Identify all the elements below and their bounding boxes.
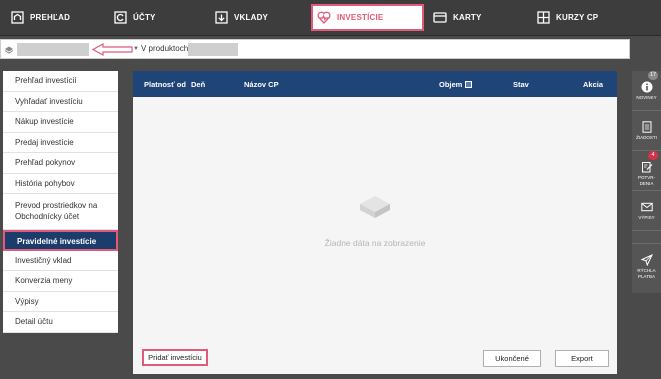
home-icon bbox=[10, 11, 24, 25]
empty-state: Žiadne dáta na zobrazenie bbox=[133, 186, 617, 248]
nav-label: KURZY CP bbox=[556, 13, 599, 22]
ended-button[interactable]: Ukončené bbox=[483, 350, 541, 367]
card-icon bbox=[433, 11, 447, 25]
account-name-redacted bbox=[17, 43, 89, 56]
nav-item-vklady[interactable]: VKLADY bbox=[214, 4, 268, 31]
grid-icon bbox=[536, 11, 550, 25]
nav-label: INVESTÍCIE bbox=[337, 13, 384, 22]
rail-item-novinky[interactable]: 17 NOVINKY bbox=[632, 71, 661, 111]
empty-state-text: Žiadne dáta na zobrazenie bbox=[324, 238, 426, 248]
sidebar-item-vyhladat-investiciu[interactable]: Vyhľadať investíciu bbox=[3, 92, 118, 112]
main-panel: Platnosť od Deň Názov CP Objem Stav Akci… bbox=[133, 71, 617, 374]
rail-label: RÝCHLA PLATBA bbox=[637, 268, 656, 279]
deposits-icon bbox=[214, 11, 228, 25]
sidebar-item-investicny-vklad[interactable]: Investičný vklad bbox=[3, 251, 118, 271]
sidebar-item-konverzia-meny[interactable]: Konverzia meny bbox=[3, 271, 118, 292]
rail-label: NOVINKY bbox=[636, 95, 657, 100]
chevron-down-icon[interactable]: ▼ bbox=[133, 46, 139, 52]
send-icon bbox=[640, 254, 653, 266]
table-header: Platnosť od Deň Názov CP Objem Stav Akci… bbox=[133, 71, 617, 97]
column-objem[interactable]: Objem bbox=[439, 80, 473, 89]
nav-label: PREHĽAD bbox=[30, 13, 71, 22]
sidebar-item-detail-uctu[interactable]: Detail účtu bbox=[3, 312, 118, 333]
sidebar-item-prehlad-investicii[interactable]: Prehľad investícií bbox=[3, 71, 118, 92]
sidebar-item-prehlad-pokynov[interactable]: Prehľad pokynov bbox=[3, 153, 118, 174]
column-objem-label: Objem bbox=[439, 80, 463, 89]
info-icon bbox=[641, 81, 652, 93]
column-platnost-od[interactable]: Platnosť od bbox=[144, 80, 186, 89]
nav-item-kurzy-cp[interactable]: KURZY CP bbox=[536, 4, 598, 31]
rail-label: POTVR-DENIA bbox=[637, 175, 655, 186]
rail-item-ziadosti[interactable]: ŽIADOSTI bbox=[632, 111, 661, 151]
empty-box-icon bbox=[360, 196, 390, 218]
nav-item-prehlad[interactable]: PREHĽAD bbox=[10, 4, 70, 31]
notification-badge: 17 bbox=[648, 71, 659, 80]
nav-item-ucty[interactable]: ÚČTY bbox=[113, 4, 156, 31]
column-akcia[interactable]: Akcia bbox=[583, 80, 603, 89]
rail-label: VÝPISY bbox=[638, 215, 655, 220]
arrow-left-icon bbox=[91, 43, 133, 56]
column-den[interactable]: Deň bbox=[191, 80, 205, 89]
sidebar-item-historia-pohybov[interactable]: História pohybov bbox=[3, 174, 118, 194]
notification-badge: 4 bbox=[648, 151, 658, 160]
in-products-label: V produktoch bbox=[141, 44, 189, 53]
nav-item-karty[interactable]: KARTY bbox=[433, 4, 482, 31]
product-bar: ▼ V produktoch bbox=[0, 39, 630, 59]
add-investment-button[interactable]: Pridať investíciu bbox=[142, 349, 208, 366]
column-stav[interactable]: Stav bbox=[513, 80, 529, 89]
nav-label: VKLADY bbox=[234, 13, 269, 22]
account-icon bbox=[5, 46, 13, 54]
rail-item-potvrdenia[interactable]: 4 POTVR-DENIA bbox=[632, 151, 661, 191]
export-button[interactable]: Export bbox=[555, 350, 609, 367]
sidebar-item-nakup-investicie[interactable]: Nákup investície bbox=[3, 112, 118, 133]
rail-label: ŽIADOSTI bbox=[636, 135, 657, 140]
account-selector[interactable]: ▼ bbox=[5, 43, 139, 56]
mail-icon bbox=[640, 202, 653, 212]
sidebar-item-predaj-investicie[interactable]: Predaj investície bbox=[3, 133, 118, 153]
sidebar-item-vypisy[interactable]: Výpisy bbox=[3, 292, 118, 312]
accounts-icon bbox=[113, 11, 127, 25]
sidebar-menu: Prehľad investícií Vyhľadať investíciu N… bbox=[3, 71, 118, 333]
confirm-icon bbox=[641, 162, 652, 173]
sidebar-item-prevod-prostriedkov[interactable]: Prevod prostriedkov na Obchodnícky účet bbox=[3, 194, 118, 230]
rail-item-vypisy[interactable]: VÝPISY bbox=[632, 191, 661, 231]
currency-toggle-icon[interactable] bbox=[465, 81, 473, 88]
column-nazov-cp[interactable]: Názov CP bbox=[244, 80, 279, 89]
sidebar-item-pravidelne-investicie[interactable]: Pravidelné investície bbox=[3, 230, 118, 251]
nav-item-investicie[interactable]: INVESTÍCIE bbox=[311, 4, 424, 31]
products-value-redacted bbox=[188, 43, 238, 56]
nav-label: ÚČTY bbox=[133, 13, 156, 22]
nav-label: KARTY bbox=[453, 13, 482, 22]
right-quick-rail: 17 NOVINKY ŽIADOSTI 4 POTVR-DENIA VÝPISY… bbox=[632, 71, 661, 293]
investments-icon bbox=[317, 11, 331, 25]
rail-item-rychla-platba[interactable]: RÝCHLA PLATBA bbox=[632, 243, 661, 283]
document-icon bbox=[642, 121, 651, 133]
top-navigation: PREHĽAD ÚČTY VKLADY INVESTÍCIE KARTY KUR… bbox=[0, 0, 661, 36]
